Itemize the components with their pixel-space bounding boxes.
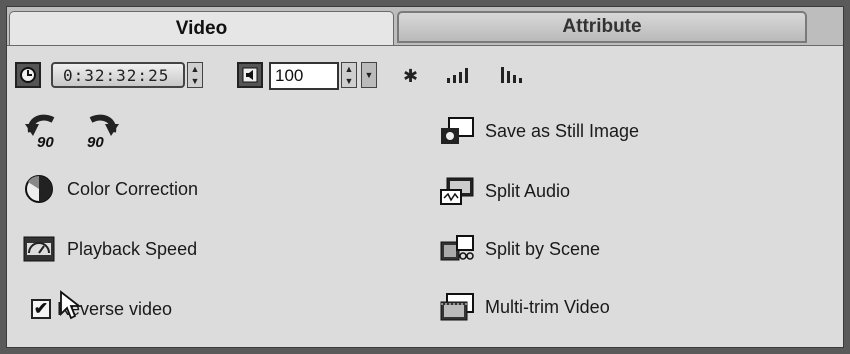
mouse-pointer-icon [59, 290, 82, 325]
down-arrow-icon[interactable]: ▼ [191, 75, 200, 87]
volume-input[interactable]: 100 [269, 62, 339, 90]
color-wheel-icon [21, 174, 57, 204]
playback-speed-button[interactable]: Playback Speed [21, 232, 197, 266]
reverse-video-option[interactable]: ✔ Reverse video [31, 292, 172, 326]
up-arrow-icon[interactable]: ▲ [345, 63, 354, 75]
tab-video[interactable]: Video [9, 11, 394, 46]
chevron-down-icon[interactable]: ▼ [365, 69, 374, 81]
color-correction-label: Color Correction [67, 178, 199, 199]
rotate-right-label: 90 [87, 134, 104, 151]
tab-bar: Video Attribute [7, 7, 843, 46]
down-arrow-icon[interactable]: ▼ [345, 75, 354, 87]
toolbar: 0:32:32:25 ▲ ▼ 100 ▲ ▼ ▼ ✱ [15, 62, 835, 92]
speaker-icon[interactable] [237, 62, 263, 88]
color-correction-button[interactable]: Color Correction [21, 172, 198, 206]
split-audio-icon [439, 176, 475, 206]
mute-icon[interactable]: ✱ [403, 66, 418, 87]
save-as-still-image-button[interactable]: Save as Still Image [439, 114, 639, 148]
reverse-video-checkbox[interactable]: ✔ [31, 299, 51, 319]
rotate-left-label: 90 [37, 134, 54, 151]
film-icon [439, 292, 475, 322]
rotate-left-button[interactable]: 90 [23, 110, 63, 154]
up-arrow-icon[interactable]: ▲ [191, 63, 200, 75]
volume-dropdown[interactable]: ▼ [361, 62, 377, 88]
timecode-stepper[interactable]: ▲ ▼ [187, 62, 203, 88]
clock-icon[interactable] [15, 62, 41, 88]
volume-stepper[interactable]: ▲ ▼ [341, 62, 357, 88]
options-panel-window: Video Attribute 0:32:32:25 ▲ ▼ 100 ▲ ▼ ▼ [6, 6, 844, 348]
playback-speed-label: Playback Speed [67, 238, 198, 259]
tab-attribute[interactable]: Attribute [397, 11, 807, 43]
split-scene-icon [439, 234, 475, 264]
split-by-scene-label: Split by Scene [485, 238, 601, 259]
multi-trim-video-button[interactable]: Multi-trim Video [439, 290, 610, 324]
camera-icon [439, 116, 475, 146]
volume-fade-icon[interactable] [499, 66, 529, 89]
multi-trim-video-label: Multi-trim Video [485, 296, 610, 317]
split-audio-button[interactable]: Split Audio [439, 174, 570, 208]
split-by-scene-button[interactable]: Split by Scene [439, 232, 600, 266]
split-audio-label: Split Audio [485, 180, 571, 201]
save-as-still-image-label: Save as Still Image [485, 120, 640, 141]
timecode-input[interactable]: 0:32:32:25 [51, 62, 185, 88]
volume-bars-icon[interactable] [445, 66, 475, 89]
rotate-right-button[interactable]: 90 [81, 110, 121, 154]
speedometer-icon [21, 234, 57, 264]
video-options-panel: 0:32:32:25 ▲ ▼ 100 ▲ ▼ ▼ ✱ 90 90 Color C… [7, 45, 843, 347]
